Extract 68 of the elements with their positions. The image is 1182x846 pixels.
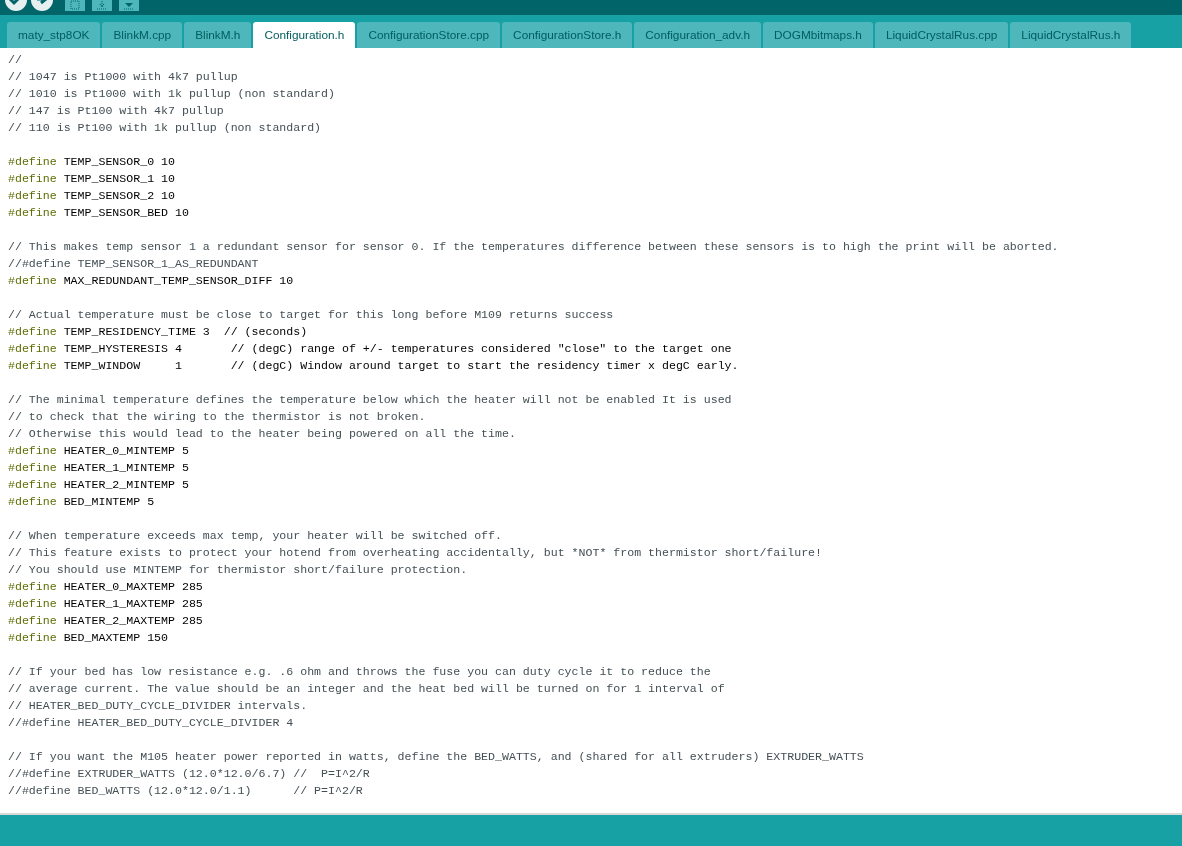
code-keyword: #define [8,460,57,476]
code-text: MAX_REDUNDANT_TEMP_SENSOR_DIFF 10 [63,273,294,289]
file-tab[interactable]: ConfigurationStore.h [502,22,633,48]
code-comment: // 110 is Pt100 with 1k pullup (non standard) [8,120,322,136]
code-keyword: #define [8,358,57,374]
new-file-icon[interactable] [65,0,85,11]
file-tab[interactable]: Configuration.h [253,22,356,48]
code-text: HEATER_0_MAXTEMP 285 [63,579,203,595]
code-text: HEATER_2_MAXTEMP 285 [63,613,203,629]
code-comment: // average current. The value should be an integer and the heat bed will be turned on for 1 interval of [8,681,725,697]
code-comment: // Actual temperature must be close to target for this long before M109 returns success [8,307,614,323]
code-keyword: #define [8,494,57,510]
file-tab[interactable]: LiquidCrystalRus.cpp [874,22,1009,48]
code-text: TEMP_SENSOR_BED 10 [63,205,189,221]
code-keyword: #define [8,154,57,170]
code-text: HEATER_0_MINTEMP 5 [63,443,189,459]
code-comment: // HEATER_BED_DUTY_CYCLE_DIVIDER intervals. [8,698,308,714]
code-text: TEMP_SENSOR_0 10 [63,154,175,170]
code-keyword: #define [8,341,57,357]
file-tab[interactable]: BlinkM.h [184,22,252,48]
code-text: BED_MINTEMP 5 [63,494,155,510]
code-comment: // When temperature exceeds max temp, your heater will be switched off. [8,528,502,544]
code-comment: // Otherwise this would lead to the heater being powered on all the time. [8,426,516,442]
code-comment: // If you want the M105 heater power reported in watts, define the BED_WATTS, and (shared for all extruders) EXTRUDER_WATTS [8,749,864,765]
file-tab[interactable]: maty_stp8OK [7,22,101,48]
code-comment: // [8,52,22,68]
file-tab[interactable]: LiquidCrystalRus.h [1010,22,1132,48]
file-tab[interactable]: Configuration_adv.h [634,22,762,48]
upload-icon[interactable] [31,0,53,11]
code-comment: //#define HEATER_BED_DUTY_CYCLE_DIVIDER 4 [8,715,294,731]
code-keyword: #define [8,596,57,612]
code-text: BED_MAXTEMP 150 [63,630,169,646]
code-text: TEMP_WINDOW 1 // (degC) Window around target to start the residency timer x degC early. [63,358,739,374]
code-keyword: #define [8,188,57,204]
code-keyword: #define [8,630,57,646]
code-keyword: #define [8,477,57,493]
code-comment: // 147 is Pt100 with 4k7 pullup [8,103,224,119]
code-text: HEATER_1_MAXTEMP 285 [63,596,203,612]
code-text: TEMP_RESIDENCY_TIME 3 // (seconds) [63,324,308,340]
open-icon[interactable] [92,0,112,11]
code-comment: // 1047 is Pt1000 with 4k7 pullup [8,69,238,85]
code-comment: // to check that the wiring to the thermistor is not broken. [8,409,426,425]
verify-icon[interactable] [5,0,27,11]
code-text: HEATER_2_MINTEMP 5 [63,477,189,493]
code-comment: // This feature exists to protect your hotend from overheating accidentally, but *NOT* from thermistor short/failure! [8,545,822,561]
code-keyword: #define [8,171,57,187]
code-comment: // The minimal temperature defines the temperature below which the heater will not be enabled It is used [8,392,732,408]
code-comment: //#define TEMP_SENSOR_1_AS_REDUNDANT [8,256,259,272]
save-icon[interactable] [119,0,139,11]
code-comment: // You should use MINTEMP for thermistor short/failure protection. [8,562,468,578]
code-comment: // 1010 is Pt1000 with 1k pullup (non standard) [8,86,335,102]
code-comment: // This makes temp sensor 1 a redundant sensor for sensor 0. If the temperatures difference between these sensors is to high the print will be aborted. [8,239,1059,255]
code-keyword: #define [8,579,57,595]
code-keyword: #define [8,324,57,340]
code-keyword: #define [8,273,57,289]
code-comment: //#define BED_WATTS (12.0*12.0/1.1) // P=I^2/R [8,783,363,799]
file-tab[interactable]: BlinkM.cpp [102,22,183,48]
code-text: TEMP_HYSTERESIS 4 // (degC) range of +/- temperatures considered "close" to the target one [63,341,732,357]
code-text: TEMP_SENSOR_2 10 [63,188,175,204]
file-tab[interactable]: ConfigurationStore.cpp [357,22,501,48]
code-text: HEATER_1_MINTEMP 5 [63,460,189,476]
code-keyword: #define [8,443,57,459]
file-tab[interactable]: DOGMbitmaps.h [763,22,873,48]
code-comment: // If your bed has low resistance e.g. .6 ohm and throws the fuse you can duty cycle it to reduce the [8,664,711,680]
code-text: TEMP_SENSOR_1 10 [63,171,175,187]
code-comment: //#define EXTRUDER_WATTS (12.0*12.0/6.7) // P=I^2/R [8,766,370,782]
code-keyword: #define [8,205,57,221]
code-keyword: #define [8,613,57,629]
